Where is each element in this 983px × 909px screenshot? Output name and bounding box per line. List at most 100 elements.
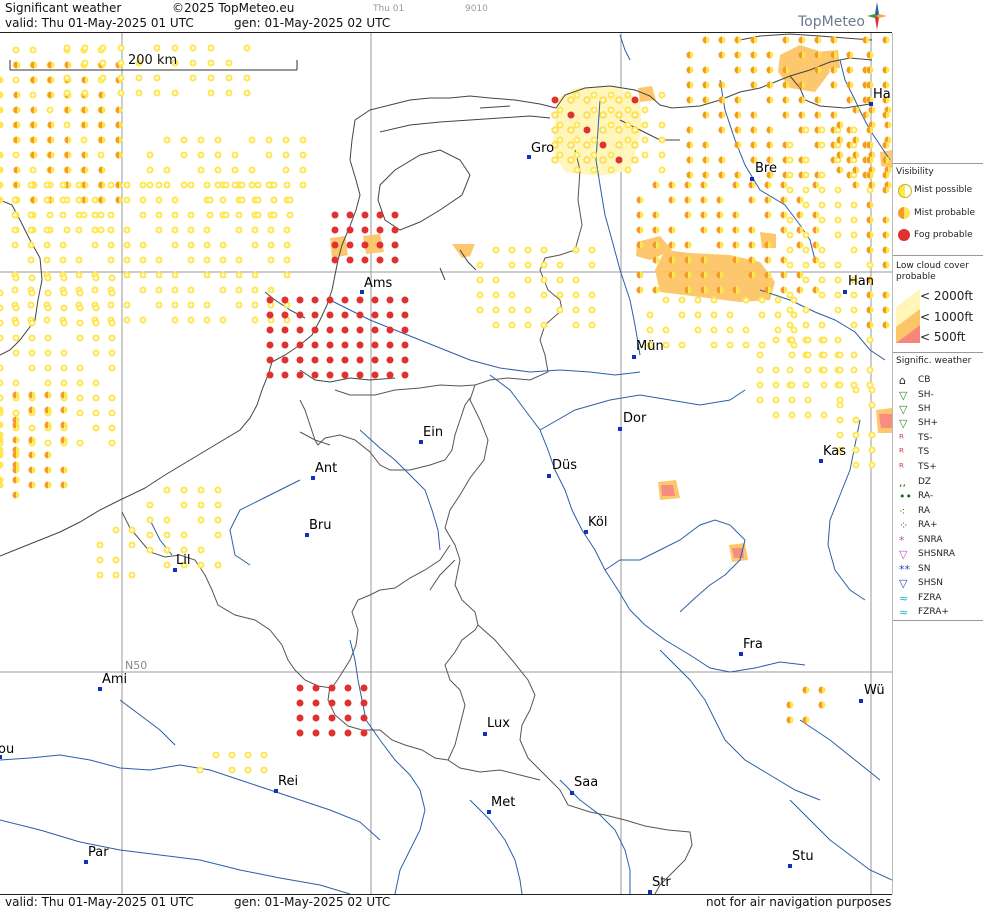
fog-probable-marker [356, 356, 364, 364]
mist-possible-center [585, 158, 589, 162]
topmeteo-logo[interactable]: TopMeteo [795, 2, 891, 32]
mist-possible-center [868, 338, 872, 342]
mist-possible-center [94, 396, 98, 400]
mist-possible-center [820, 143, 824, 147]
mist-possible-center [221, 288, 225, 292]
fog-probable-marker [376, 226, 384, 234]
mist-probable-half [750, 111, 754, 119]
signific-item-label: SH [918, 404, 931, 414]
mist-probable-half [766, 66, 770, 74]
mist-possible-center [852, 308, 856, 312]
mist-possible-center [574, 323, 578, 327]
mist-possible-center [157, 303, 161, 307]
fog-probable-marker [346, 211, 354, 219]
mist-possible-center [870, 403, 874, 407]
mist-probable-half [866, 51, 870, 59]
mist-possible-center [852, 173, 856, 177]
fog-probable-marker [371, 296, 379, 304]
mist-possible-center [191, 46, 195, 50]
page-title: Significant weather [5, 1, 122, 15]
mist-possible-center [233, 168, 237, 172]
mist-possible-center [46, 291, 50, 295]
fog-probable-marker [312, 729, 320, 737]
mist-possible-center [288, 213, 292, 217]
mist-possible-center [804, 158, 808, 162]
city-label: Rei [278, 774, 298, 789]
mist-possible-center [14, 321, 18, 325]
mist-probable-marker [0, 421, 4, 429]
mist-possible-center [237, 303, 241, 307]
mist-possible-center [94, 426, 98, 430]
fog-probable-marker [326, 296, 334, 304]
mist-possible-center [262, 753, 266, 757]
mist-probable-half [686, 141, 690, 149]
mist-possible-center [93, 288, 97, 292]
mist-possible-center [148, 168, 152, 172]
mist-possible-center [78, 396, 82, 400]
mist-possible-center [246, 753, 250, 757]
mist-possible-center [62, 351, 66, 355]
city-marker [487, 810, 491, 814]
mist-possible-center [788, 233, 792, 237]
mist-possible-center [592, 138, 596, 142]
snow-shower-icon: ▽ [899, 577, 908, 590]
fog-probable-marker [266, 356, 274, 364]
fog-probable-marker [361, 241, 369, 249]
mist-possible-center [119, 76, 123, 80]
mist-possible-center [272, 198, 276, 202]
mist-possible-center [820, 323, 824, 327]
mist-possible-center [510, 263, 514, 267]
mist-possible-center [592, 108, 596, 112]
weather-map[interactable]: N50 200 km Gro Bre Ams Han Mün Dor Ein A… [0, 33, 893, 895]
city-marker [843, 290, 847, 294]
mist-possible-center [110, 426, 114, 430]
mist-possible-center [712, 328, 716, 332]
shower-light-icon: ▽ [899, 389, 908, 402]
mist-possible-center [838, 418, 842, 422]
disclaimer: not for air navigation purposes [706, 895, 892, 909]
mist-possible-center [148, 518, 152, 522]
mist-possible-center [216, 518, 220, 522]
mist-possible-center [165, 183, 169, 187]
mist-possible-center [173, 91, 177, 95]
mist-possible-center [110, 411, 114, 415]
fog-probable-marker [346, 226, 354, 234]
mist-possible-center [77, 228, 81, 232]
signific-item-label: SHSNRA [918, 549, 955, 559]
fog-probable-marker [311, 341, 319, 349]
mist-probable-half [782, 81, 786, 89]
mist-possible-center [46, 306, 50, 310]
mist-possible-center [301, 153, 305, 157]
mist-possible-center [209, 76, 213, 80]
mist-probable-half [684, 241, 688, 249]
mist-possible-center [62, 291, 66, 295]
low-cloud-title: Low cloud cover probable [896, 261, 969, 282]
mist-possible-center [14, 381, 18, 385]
mist-possible-center [868, 263, 872, 267]
rain-icon: ⁖ [899, 505, 906, 518]
signific-item-label: SHSN [918, 578, 943, 588]
mist-possible-center [253, 243, 257, 247]
mist-probable-half [718, 126, 722, 134]
mist-possible-center [13, 228, 17, 232]
day-tab[interactable]: Thu 01 [373, 4, 404, 14]
mist-probable-half [866, 216, 870, 224]
mist-possible-center [189, 183, 193, 187]
mist-possible-center [820, 218, 824, 222]
fog-probable-marker [391, 241, 399, 249]
fog-probable-marker [361, 226, 369, 234]
mist-probable-half [786, 701, 790, 709]
mist-probable-half [882, 216, 886, 224]
mist-possible-center [822, 368, 826, 372]
mist-probable-half [814, 111, 818, 119]
mist-probable-half [812, 256, 816, 264]
mist-probable-half [798, 126, 802, 134]
mist-possible-center [157, 183, 161, 187]
mist-possible-center [165, 533, 169, 537]
mist-probable-half [796, 271, 800, 279]
mist-probable-half [702, 171, 706, 179]
mist-possible-center [173, 198, 177, 202]
mist-possible-center [245, 46, 249, 50]
mist-probable-half [636, 286, 640, 294]
mist-possible-center [94, 276, 98, 280]
